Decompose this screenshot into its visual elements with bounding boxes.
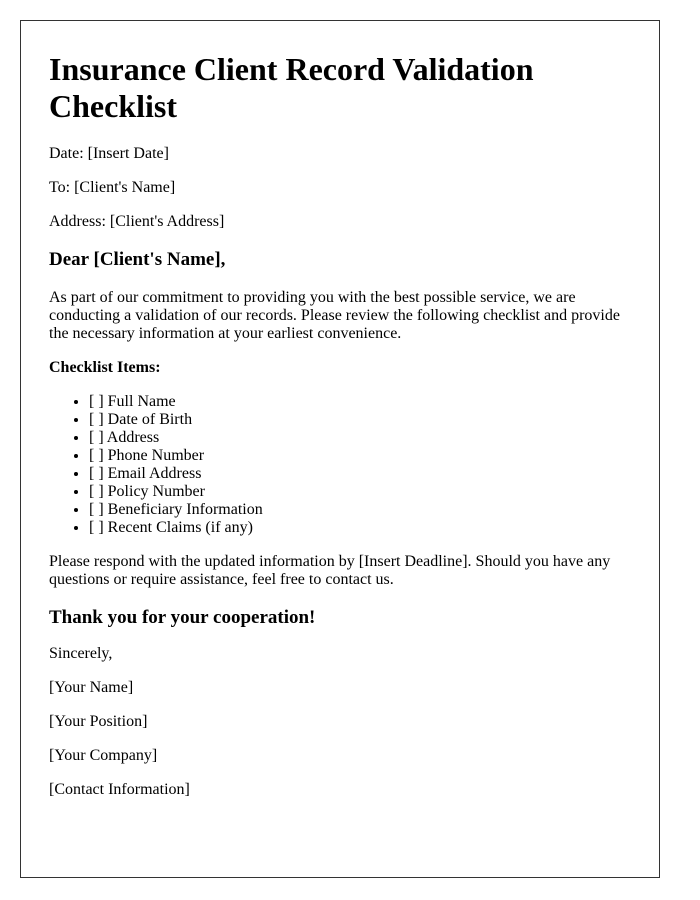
intro-paragraph: As part of our commitment to providing y…: [49, 289, 620, 342]
checklist-item: [ ] Policy Number: [89, 483, 631, 501]
checklist-item: [ ] Full Name: [89, 393, 631, 411]
checklist-item: [ ] Email Address: [89, 465, 631, 483]
checklist-item: [ ] Address: [89, 429, 631, 447]
greeting: Dear [Client's Name],: [49, 249, 226, 270]
checklist-heading: Checklist Items:: [49, 359, 161, 376]
signoff: Sincerely,: [49, 645, 113, 662]
closing-paragraph: Please respond with the updated informat…: [49, 553, 611, 588]
thanks-heading: Thank you for your cooperation!: [49, 607, 316, 628]
letter-page: Insurance Client Record Validation Check…: [20, 20, 660, 878]
to-line: To: [Client's Name]: [49, 179, 176, 196]
checklist: [ ] Full Name [ ] Date of Birth [ ] Addr…: [49, 393, 631, 537]
signature-contact: [Contact Information]: [49, 781, 190, 798]
checklist-item: [ ] Beneficiary Information: [89, 501, 631, 519]
checklist-item: [ ] Date of Birth: [89, 411, 631, 429]
document-title: Insurance Client Record Validation Check…: [49, 51, 534, 124]
checklist-item: [ ] Phone Number: [89, 447, 631, 465]
date-line: Date: [Insert Date]: [49, 145, 169, 162]
address-line: Address: [Client's Address]: [49, 213, 225, 230]
letter-content: Insurance Client Record Validation Check…: [49, 21, 631, 799]
signature-name: [Your Name]: [49, 679, 134, 696]
signature-company: [Your Company]: [49, 747, 158, 764]
signature-position: [Your Position]: [49, 713, 148, 730]
checklist-item: [ ] Recent Claims (if any): [89, 519, 631, 537]
